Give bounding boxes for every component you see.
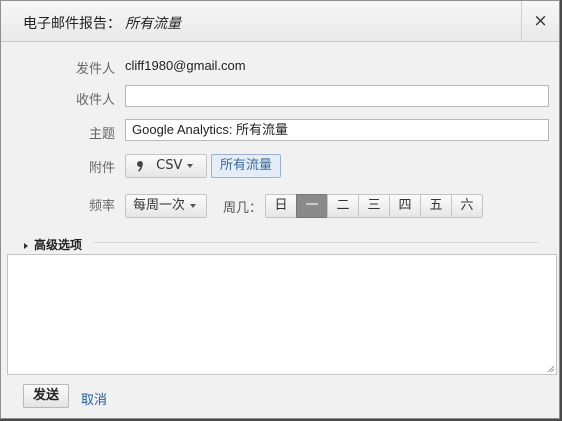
weekday-button-wed[interactable]: 三 [358, 194, 390, 218]
subject-input[interactable]: Google Analytics: 所有流量 [125, 119, 549, 141]
from-label: 发件人 [75, 62, 115, 77]
advanced-options-label: 高级选项 [34, 238, 83, 252]
from-value: cliff1980@gmail.com [125, 58, 246, 73]
csv-icon [137, 160, 143, 172]
chevron-down-icon [190, 203, 197, 208]
attachment-report-chip[interactable]: 所有流量 [211, 154, 282, 178]
weekday-button-sat[interactable]: 六 [451, 194, 483, 218]
dialog-title-report-name: 所有流量 [125, 16, 181, 32]
attachment-format-dropdown[interactable]: CSV [125, 154, 207, 178]
to-label: 收件人 [75, 93, 115, 108]
advanced-options-divider [93, 242, 539, 243]
weekday-button-tue[interactable]: 二 [327, 194, 359, 218]
close-button[interactable]: × [521, 1, 559, 41]
to-input[interactable] [125, 85, 549, 107]
dialog-footer: 发送 取消 [1, 376, 559, 418]
dialog-title: 电子邮件报告： 所有流量 [23, 13, 181, 33]
triangle-right-icon [24, 242, 28, 249]
email-report-dialog: 电子邮件报告： 所有流量 × 发件人 cliff1980@gmail.com 收件… [0, 0, 560, 419]
send-button[interactable]: 发送 [23, 384, 70, 408]
attachment-label: 附件 [88, 161, 115, 176]
close-icon: × [533, 11, 548, 31]
weekday-button-thu[interactable]: 四 [389, 194, 421, 218]
attachment-format-label: CSV [156, 158, 183, 173]
weekday-button-fri[interactable]: 五 [420, 194, 452, 218]
weekday-button-mon[interactable]: 一 [296, 194, 328, 218]
frequency-label: 频率 [88, 199, 115, 214]
message-textarea[interactable] [7, 254, 557, 375]
weekday-button-sun[interactable]: 日 [265, 194, 297, 218]
weekday-selector: 日 一 二 三 四 五 六 [265, 194, 483, 218]
advanced-options-toggle[interactable]: 高级选项 [24, 236, 82, 253]
dialog-titlebar: 电子邮件报告： 所有流量 × [1, 1, 559, 42]
weekday-label: 周几： [223, 201, 263, 216]
dialog-title-prefix: 电子邮件报告： [23, 16, 121, 32]
cancel-link[interactable]: 取消 [81, 389, 107, 408]
resize-grip-icon[interactable] [547, 365, 555, 373]
chevron-down-icon [187, 163, 194, 168]
frequency-value: 每周一次 [133, 198, 186, 213]
subject-label: 主题 [88, 127, 115, 142]
frequency-dropdown[interactable]: 每周一次 [125, 194, 207, 218]
